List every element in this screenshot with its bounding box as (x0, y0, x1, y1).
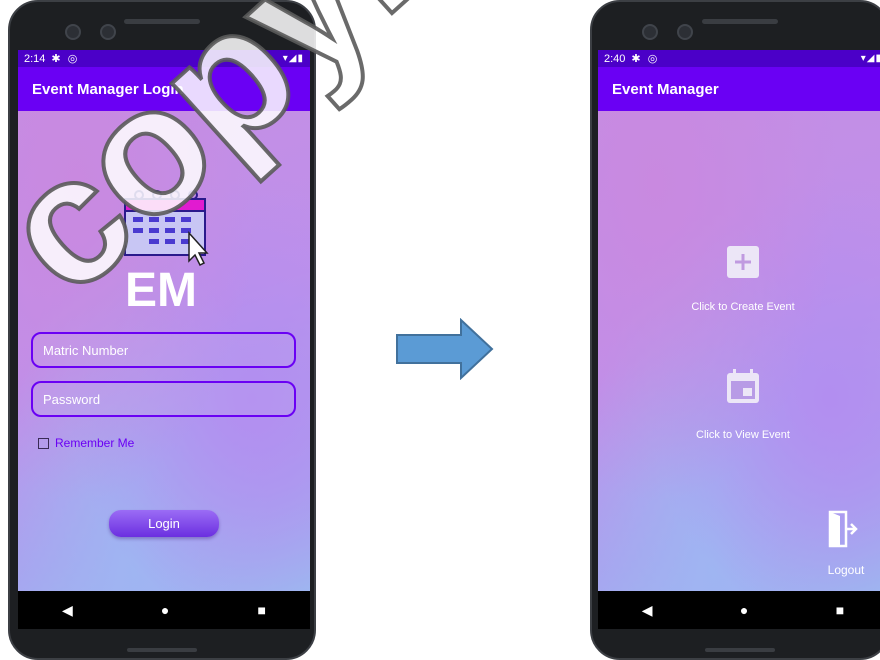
login-content: EM Matric Number Password Remember Me Lo… (18, 111, 310, 591)
login-button[interactable]: Login (109, 510, 219, 537)
view-event-label[interactable]: Click to View Event (598, 429, 880, 441)
earpiece-speaker (702, 19, 778, 24)
bottom-speaker (705, 648, 775, 652)
create-event-label[interactable]: Click to Create Event (598, 301, 880, 313)
calendar-icon (727, 369, 759, 403)
logo-text: EM (125, 264, 197, 316)
checkbox-box[interactable] (38, 437, 49, 449)
nav-back-button[interactable]: ◀ (62, 602, 73, 619)
app-title: Event Manager Login (32, 80, 184, 98)
front-sensor (677, 24, 693, 40)
earpiece-speaker (124, 19, 200, 24)
nav-home-button[interactable]: ● (740, 602, 748, 618)
login-button-label: Login (148, 516, 180, 531)
nav-home-button[interactable]: ● (161, 602, 169, 618)
plus-icon (735, 254, 751, 270)
status-bar: 2:14 ✱ ◎ ▾◢▮ (18, 50, 310, 67)
right-arrow-icon (396, 318, 494, 380)
nav-back-button[interactable]: ◀ (642, 602, 653, 619)
logout-label[interactable]: Logout (818, 563, 874, 577)
status-time: 2:40 (604, 52, 626, 65)
matric-number-placeholder: Matric Number (43, 342, 129, 358)
dashboard-content: Click to Create Event Click to View Even… (598, 111, 880, 591)
system-nav-bar: ◀ ● ■ (18, 591, 310, 629)
matric-number-field[interactable]: Matric Number (31, 332, 296, 368)
calendar-cursor-icon: EM (124, 190, 209, 317)
remember-me-checkbox[interactable]: Remember Me (38, 436, 134, 450)
status-time: 2:14 (24, 52, 46, 65)
login-phone-frame: 2:14 ✱ ◎ ▾◢▮ Event Manager Login EM Matr… (8, 0, 316, 660)
remember-me-label: Remember Me (55, 436, 135, 450)
system-nav-bar: ◀ ● ■ (598, 591, 880, 629)
password-placeholder: Password (43, 391, 101, 407)
status-signal-battery-icons: ▾◢▮ (860, 53, 880, 64)
dashboard-phone-frame: 2:40 ✱ ◎ ▾◢▮ Event Manager Click to Crea… (590, 0, 880, 660)
view-event-button[interactable] (723, 366, 763, 406)
front-camera (642, 24, 658, 40)
dashboard-screen: 2:40 ✱ ◎ ▾◢▮ Event Manager Click to Crea… (598, 50, 880, 630)
status-notification-icons: ✱ ◎ (631, 53, 660, 65)
app-bar: Event Manager (598, 67, 880, 111)
app-bar: Event Manager Login (18, 67, 310, 111)
bottom-speaker (127, 648, 197, 652)
front-sensor (100, 24, 116, 40)
front-camera (65, 24, 81, 40)
status-bar: 2:40 ✱ ◎ ▾◢▮ (598, 50, 880, 67)
login-screen: 2:14 ✱ ◎ ▾◢▮ Event Manager Login EM Matr… (18, 50, 310, 630)
password-field[interactable]: Password (31, 381, 296, 417)
app-logo: EM (111, 181, 211, 317)
status-signal-battery-icons: ▾◢▮ (282, 53, 304, 64)
nav-recents-button[interactable]: ■ (257, 602, 265, 618)
logout-button[interactable] (828, 509, 858, 549)
nav-recents-button[interactable]: ■ (836, 602, 844, 618)
logout-door-icon (828, 510, 858, 548)
create-event-button[interactable] (727, 246, 759, 278)
app-title: Event Manager (612, 80, 719, 98)
status-notification-icons: ✱ ◎ (51, 53, 80, 65)
